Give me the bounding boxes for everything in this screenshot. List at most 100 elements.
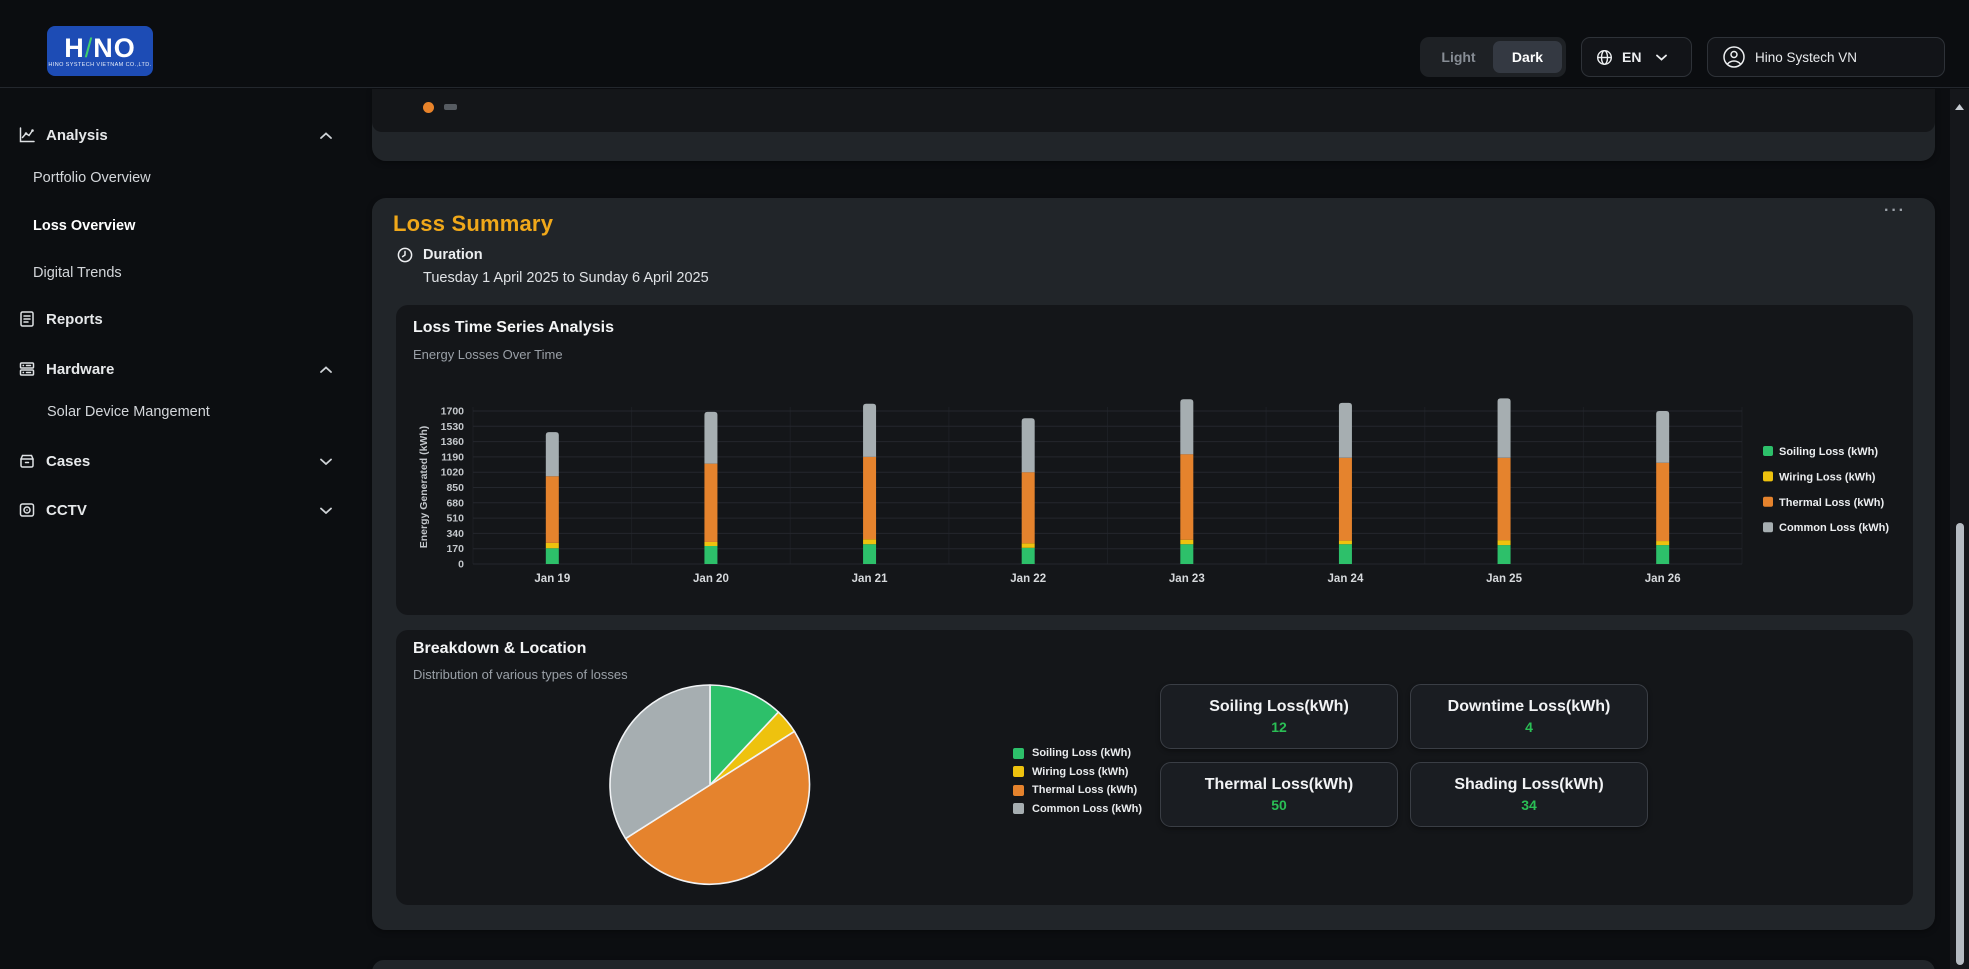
- pie-legend-item: Thermal Loss (kWh): [1013, 784, 1142, 796]
- bar-segment: [1339, 403, 1352, 458]
- theme-toggle: Light Dark: [1420, 37, 1566, 77]
- bar-segment: [1656, 411, 1669, 463]
- y-tick-label: 1530: [441, 421, 465, 433]
- chevron-down-icon: [320, 458, 332, 465]
- bar-segment: [1498, 540, 1511, 545]
- legend-swatch: [1013, 748, 1024, 759]
- stat-card-shading-loss-kwh-: Shading Loss(kWh)34: [1410, 762, 1648, 827]
- legend-swatch: [1763, 471, 1773, 481]
- cases-icon: [17, 451, 37, 471]
- sidebar-item-hardware[interactable]: Hardware: [0, 352, 355, 386]
- scrollbar-thumb[interactable]: [1956, 523, 1964, 965]
- sidebar-item-label: Cases: [46, 453, 90, 470]
- stat-card-value: 34: [1521, 797, 1537, 813]
- clock-icon: [397, 247, 413, 263]
- language-selector[interactable]: EN: [1581, 37, 1692, 77]
- bar-segment: [863, 457, 876, 539]
- sidebar-subitem-label: Digital Trends: [33, 265, 122, 281]
- loss-summary-title: Loss Summary: [393, 211, 553, 237]
- duration-row: Duration: [397, 247, 483, 263]
- sidebar: Analysis Portfolio Overview Loss Overview D…: [0, 89, 355, 969]
- stat-card-value: 4: [1525, 719, 1533, 735]
- chevron-down-icon: [320, 507, 332, 514]
- user-name: Hino Systech VN: [1755, 50, 1857, 65]
- sidebar-item-analysis[interactable]: Analysis: [0, 118, 355, 152]
- sidebar-subitem-portfolio-overview[interactable]: Portfolio Overview: [0, 161, 355, 195]
- bar-segment: [1339, 544, 1352, 564]
- scrollbar-up-arrow[interactable]: [1950, 101, 1969, 113]
- loss-time-series-chart[interactable]: 017034051068085010201190136015301700Ener…: [396, 305, 1913, 615]
- y-tick-label: 1700: [441, 406, 465, 418]
- bar-segment: [1339, 541, 1352, 545]
- logo-slash: /: [85, 33, 94, 63]
- legend-label: Common Loss (kWh): [1032, 803, 1142, 815]
- bar-segment: [546, 432, 559, 476]
- x-tick-label: Jan 25: [1486, 573, 1522, 585]
- bar-segment: [1180, 544, 1193, 564]
- bar-segment: [546, 476, 559, 543]
- x-tick-label: Jan 20: [693, 573, 729, 585]
- y-tick-label: 1360: [441, 436, 465, 448]
- sidebar-item-label: Analysis: [46, 127, 108, 144]
- card-more-menu-button[interactable]: ···: [1880, 198, 1910, 228]
- bar-segment: [1656, 545, 1669, 564]
- partial-card-below: [372, 960, 1935, 969]
- loss-summary-card: Loss Summary ··· Duration Tuesday 1 Apri…: [372, 198, 1935, 930]
- legend-dot-icon: [423, 102, 434, 113]
- bar-segment: [704, 546, 717, 564]
- legend-swatch: [1763, 497, 1773, 507]
- user-profile-button[interactable]: Hino Systech VN: [1707, 37, 1945, 77]
- theme-dark-button[interactable]: Dark: [1493, 41, 1562, 73]
- sidebar-item-label: Reports: [46, 311, 103, 328]
- bar-segment: [863, 539, 876, 544]
- bar-segment: [1498, 545, 1511, 564]
- sidebar-subitem-solar-device-mangement[interactable]: Solar Device Mangement: [0, 395, 355, 429]
- bar-segment: [863, 544, 876, 564]
- bar-segment: [1339, 458, 1352, 541]
- legend-swatch: [1013, 803, 1024, 814]
- sidebar-subitem-loss-overview[interactable]: Loss Overview: [0, 209, 355, 243]
- y-tick-label: 850: [446, 482, 464, 494]
- legend-swatch: [1763, 446, 1773, 456]
- cctv-icon: [17, 500, 37, 520]
- legend-swatch: [1013, 785, 1024, 796]
- globe-icon: [1596, 49, 1613, 66]
- hardware-icon: [17, 359, 37, 379]
- sidebar-subitem-digital-trends[interactable]: Digital Trends: [0, 256, 355, 290]
- sidebar-item-cases[interactable]: Cases: [0, 444, 355, 478]
- stat-card-downtime-loss-kwh-: Downtime Loss(kWh) 4: [1410, 684, 1648, 749]
- bar-segment: [1498, 458, 1511, 540]
- bar-segment: [704, 542, 717, 546]
- brand-logo[interactable]: H/NO HINO SYSTECH VIETNAM CO.,LTD.: [47, 26, 153, 76]
- chevron-up-icon: [320, 132, 332, 139]
- y-tick-label: 1190: [441, 451, 464, 463]
- chevron-up-icon: [320, 366, 332, 373]
- duration-label: Duration: [423, 247, 483, 263]
- breakdown-panel: Breakdown & Location Distribution of var…: [396, 630, 1913, 905]
- app-root: H/NO HINO SYSTECH VIETNAM CO.,LTD. Light…: [0, 0, 1969, 969]
- user-avatar-icon: [1722, 45, 1746, 69]
- sidebar-subitem-label: Loss Overview: [33, 218, 135, 234]
- chevron-down-icon: [1656, 54, 1667, 61]
- stat-card-label: Downtime Loss(kWh): [1448, 698, 1611, 716]
- legend-label: Wiring Loss (kWh): [1032, 766, 1128, 778]
- x-tick-label: Jan 26: [1645, 573, 1681, 585]
- stat-card-thermal-loss-kwh-: Thermal Loss(kWh)50: [1160, 762, 1398, 827]
- legend-text-fragment: [444, 104, 457, 110]
- bar-segment: [1180, 399, 1193, 454]
- legend-label: Thermal Loss (kWh): [1779, 497, 1884, 509]
- legend-label: Thermal Loss (kWh): [1032, 784, 1137, 796]
- bar-segment: [1656, 463, 1669, 541]
- theme-light-button[interactable]: Light: [1424, 41, 1493, 73]
- page-scrollbar[interactable]: [1950, 89, 1969, 969]
- brand-wordmark: H/NO: [64, 35, 136, 61]
- legend-label: Common Loss (kWh): [1779, 522, 1889, 534]
- analysis-icon: [17, 125, 37, 145]
- stat-card-label: Thermal Loss(kWh): [1205, 776, 1353, 794]
- sidebar-item-reports[interactable]: Reports: [0, 302, 355, 336]
- sidebar-item-cctv[interactable]: CCTV: [0, 493, 355, 527]
- duration-value: Tuesday 1 April 2025 to Sunday 6 April 2…: [423, 270, 709, 286]
- header-controls: Light Dark EN: [1420, 37, 1945, 77]
- bar-segment: [704, 464, 717, 542]
- x-tick-label: Jan 22: [1010, 573, 1046, 585]
